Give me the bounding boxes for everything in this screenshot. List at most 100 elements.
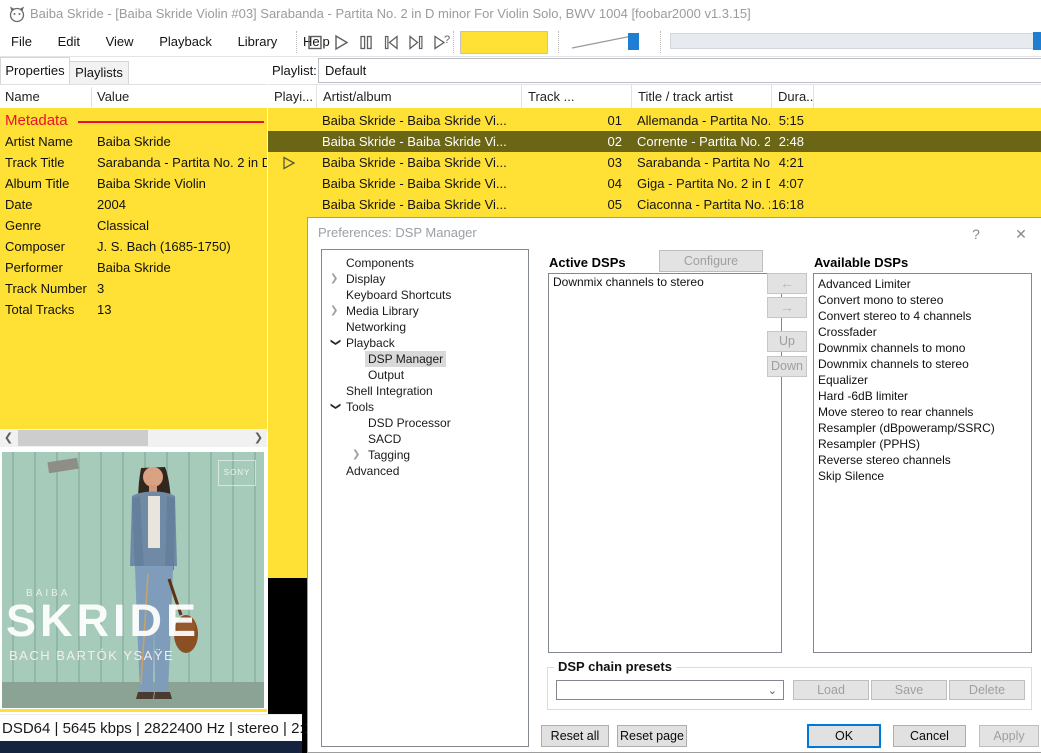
chevron-right-icon[interactable]: ❯ [352, 447, 364, 463]
menu-view[interactable]: View [95, 28, 145, 56]
tree-item-advanced[interactable]: Advanced [322, 463, 528, 479]
tab-playlists[interactable]: Playlists [69, 61, 129, 85]
apply-button[interactable]: Apply [979, 725, 1039, 747]
property-row[interactable]: Track TitleSarabanda - Partita No. 2 in … [0, 152, 267, 173]
menu-file[interactable]: File [0, 28, 43, 56]
scrollbar-thumb[interactable] [18, 430, 148, 446]
close-icon[interactable]: ✕ [1010, 224, 1032, 244]
available-dsp-item[interactable]: Move stereo to rear channels [814, 404, 1031, 420]
preset-combobox[interactable]: ⌄ [556, 680, 784, 700]
tree-item-output[interactable]: Output [322, 367, 528, 383]
tree-item-tools[interactable]: ❯Tools [322, 399, 528, 415]
cell-title: Sarabanda - Partita No. 2 in D ... [637, 152, 770, 173]
tree-item-display[interactable]: ❯Display [322, 271, 528, 287]
load-button[interactable]: Load [793, 680, 869, 700]
properties-hscrollbar[interactable]: ❮ ❯ [0, 429, 267, 447]
volume-slider[interactable] [570, 31, 646, 52]
available-dsp-item[interactable]: Convert stereo to 4 channels [814, 308, 1031, 324]
available-dsps-list[interactable]: Advanced Limiter Convert mono to stereo … [813, 273, 1032, 653]
ok-button[interactable]: OK [807, 724, 881, 748]
available-dsp-item[interactable]: Convert mono to stereo [814, 292, 1031, 308]
property-row[interactable]: Artist NameBaiba Skride [0, 131, 267, 152]
seek-handle[interactable] [1033, 32, 1041, 50]
playlist-row-3-playing[interactable]: Baiba Skride - Baiba Skride Vi... 03 Sar… [268, 152, 1041, 173]
available-dsp-item[interactable]: Resampler (PPHS) [814, 436, 1031, 452]
available-dsp-item[interactable]: Crossfader [814, 324, 1031, 340]
chevron-down-icon[interactable]: ❯ [327, 402, 343, 414]
active-dsps-list[interactable]: Downmix channels to stereo [548, 273, 782, 653]
tree-item-sacd[interactable]: SACD [322, 431, 528, 447]
column-track[interactable]: Track ... [522, 85, 632, 109]
tree-item-shell-integration[interactable]: Shell Integration [322, 383, 528, 399]
tab-properties[interactable]: Properties [0, 57, 70, 85]
seek-bar[interactable] [670, 33, 1041, 49]
available-dsp-item[interactable]: Downmix channels to mono [814, 340, 1031, 356]
property-row[interactable]: PerformerBaiba Skride [0, 257, 267, 278]
tree-item-media-library[interactable]: ❯Media Library [322, 303, 528, 319]
property-row[interactable]: ComposerJ. S. Bach (1685-1750) [0, 236, 267, 257]
available-dsp-item[interactable]: Equalizer [814, 372, 1031, 388]
property-row[interactable]: GenreClassical [0, 215, 267, 236]
title-bar[interactable]: Baiba Skride - [Baiba Skride Violin #03]… [0, 0, 1041, 28]
pause-button[interactable] [356, 33, 380, 52]
property-row[interactable]: Date2004 [0, 194, 267, 215]
reset-all-button[interactable]: Reset all [541, 725, 609, 747]
column-title[interactable]: Title / track artist [632, 85, 772, 109]
scroll-right-icon[interactable]: ❯ [250, 429, 267, 447]
column-playing[interactable]: Playi... [268, 85, 317, 109]
window-title: Baiba Skride - [Baiba Skride Violin #03]… [30, 0, 751, 28]
tree-item-components[interactable]: Components [322, 255, 528, 271]
menu-library[interactable]: Library [227, 28, 289, 56]
next-button[interactable] [406, 33, 430, 52]
tree-item-networking[interactable]: Networking [322, 319, 528, 335]
playlist-combobox[interactable]: Default [318, 58, 1041, 83]
reset-page-button[interactable]: Reset page [617, 725, 687, 747]
previous-button[interactable] [381, 33, 405, 52]
help-icon[interactable]: ? [966, 224, 986, 244]
delete-button[interactable]: Delete [949, 680, 1025, 700]
available-dsp-item[interactable]: Resampler (dBpoweramp/SSRC) [814, 420, 1031, 436]
menu-edit[interactable]: Edit [47, 28, 91, 56]
spectrum-visualizer[interactable] [460, 31, 548, 54]
move-to-active-button[interactable]: ← [767, 273, 807, 294]
configure-selected-button[interactable]: Configure selected [659, 250, 763, 272]
tree-item-dsp-manager[interactable]: DSP Manager [322, 351, 528, 367]
play-button[interactable] [331, 33, 355, 52]
tree-item-dsd-processor[interactable]: DSD Processor [322, 415, 528, 431]
move-down-button[interactable]: Down [767, 356, 807, 377]
chevron-right-icon[interactable]: ❯ [330, 303, 342, 319]
property-row[interactable]: Total Tracks13 [0, 299, 267, 320]
chevron-right-icon[interactable]: ❯ [330, 271, 342, 287]
tree-item-keyboard-shortcuts[interactable]: Keyboard Shortcuts [322, 287, 528, 303]
column-duration[interactable]: Dura... [772, 85, 814, 109]
playlist-row-2-selected[interactable]: Baiba Skride - Baiba Skride Vi... 02 Cor… [268, 131, 1041, 152]
previous-icon [381, 33, 401, 52]
property-row[interactable]: Album TitleBaiba Skride Violin [0, 173, 267, 194]
property-row[interactable]: Track Number3 [0, 278, 267, 299]
move-to-available-button[interactable]: → [767, 297, 807, 318]
column-artist-album[interactable]: Artist/album [317, 85, 522, 109]
available-dsp-item[interactable]: Reverse stereo channels [814, 452, 1031, 468]
move-up-button[interactable]: Up [767, 331, 807, 352]
chevron-down-icon[interactable]: ❯ [327, 338, 343, 350]
column-divider[interactable] [91, 87, 92, 107]
column-name[interactable]: Name [5, 85, 40, 109]
tree-item-playback[interactable]: ❯Playback [322, 335, 528, 351]
save-button[interactable]: Save [871, 680, 947, 700]
playlist-row-1[interactable]: Baiba Skride - Baiba Skride Vi... 01 All… [268, 110, 1041, 131]
dialog-title: Preferences: DSP Manager [318, 218, 477, 248]
random-button[interactable]: ? [431, 33, 455, 52]
playlist-row-5[interactable]: Baiba Skride - Baiba Skride Vi... 05 Cia… [268, 194, 1041, 215]
available-dsp-item[interactable]: Advanced Limiter [814, 276, 1031, 292]
active-dsp-item[interactable]: Downmix channels to stereo [549, 274, 781, 290]
playlist-row-4[interactable]: Baiba Skride - Baiba Skride Vi... 04 Gig… [268, 173, 1041, 194]
menu-playback[interactable]: Playback [148, 28, 223, 56]
available-dsp-item[interactable]: Skip Silence [814, 468, 1031, 484]
cancel-button[interactable]: Cancel [893, 725, 966, 747]
stop-button[interactable] [305, 33, 329, 52]
available-dsp-item[interactable]: Downmix channels to stereo [814, 356, 1031, 372]
column-value[interactable]: Value [97, 85, 129, 109]
scroll-left-icon[interactable]: ❮ [0, 429, 17, 447]
tree-item-tagging[interactable]: ❯Tagging [322, 447, 528, 463]
available-dsp-item[interactable]: Hard -6dB limiter [814, 388, 1031, 404]
